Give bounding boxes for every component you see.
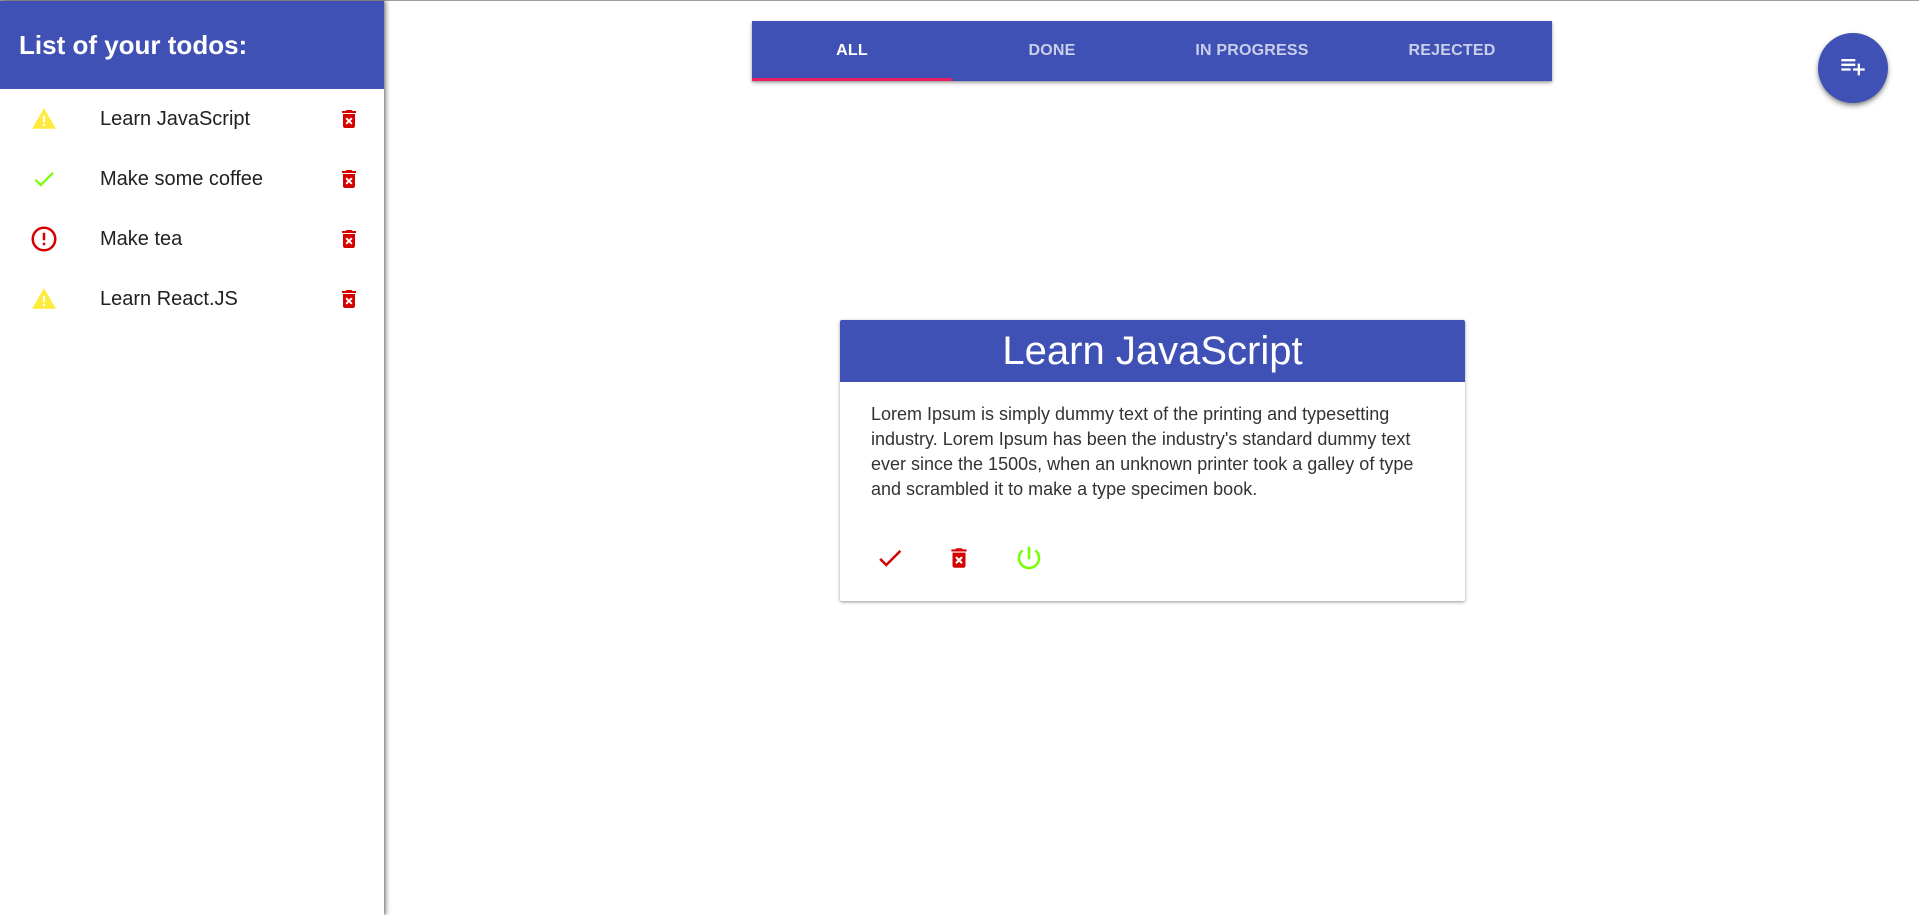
todo-item-label: Learn React.JS [100,287,238,310]
todo-detail-card: Learn JavaScript Lorem Ipsum is simply d… [840,320,1465,601]
todo-item-learn-javascript[interactable]: Learn JavaScript [0,89,384,149]
tab-rejected[interactable]: REJECTED [1352,21,1552,81]
tab-in-progress[interactable]: IN PROGRESS [1152,21,1352,81]
todo-item-learn-reactjs[interactable]: Learn React.JS [0,269,384,329]
check-icon [875,543,905,578]
app-root: List of your todos: Learn JavaScript Mak… [0,0,1919,915]
delete-forever-icon [946,544,972,577]
mark-done-button[interactable] [870,540,910,580]
delete-forever-icon[interactable] [333,103,365,135]
delete-forever-icon[interactable] [333,223,365,255]
warning-icon [29,104,59,134]
todo-item-make-some-coffee[interactable]: Make some coffee [0,149,384,209]
todo-list: Learn JavaScript Make some coffee Make t… [0,89,384,329]
toggle-in-progress-button[interactable] [1009,540,1049,580]
power-icon [1014,543,1044,578]
todo-item-label: Make some coffee [100,167,264,190]
card-description: Lorem Ipsum is simply dummy text of the … [871,404,1414,499]
todo-item-label: Learn JavaScript [100,107,251,130]
sidebar-title: List of your todos: [0,1,384,89]
filter-tabs: ALL DONE IN PROGRESS REJECTED [752,21,1552,81]
todo-sidebar: List of your todos: Learn JavaScript Mak… [0,1,384,915]
delete-forever-icon[interactable] [333,163,365,195]
tab-done[interactable]: DONE [952,21,1152,81]
error-outline-icon [29,224,59,254]
tab-all[interactable]: ALL [752,21,952,81]
card-title: Learn JavaScript [840,320,1465,382]
todo-item-make-tea[interactable]: Make tea [0,209,384,269]
delete-todo-button[interactable] [939,540,979,580]
check-icon [29,164,59,194]
add-todo-button[interactable] [1818,33,1888,103]
warning-icon [29,284,59,314]
todo-item-label: Make tea [100,227,183,250]
playlist-add-icon [1839,52,1867,85]
delete-forever-icon[interactable] [333,283,365,315]
